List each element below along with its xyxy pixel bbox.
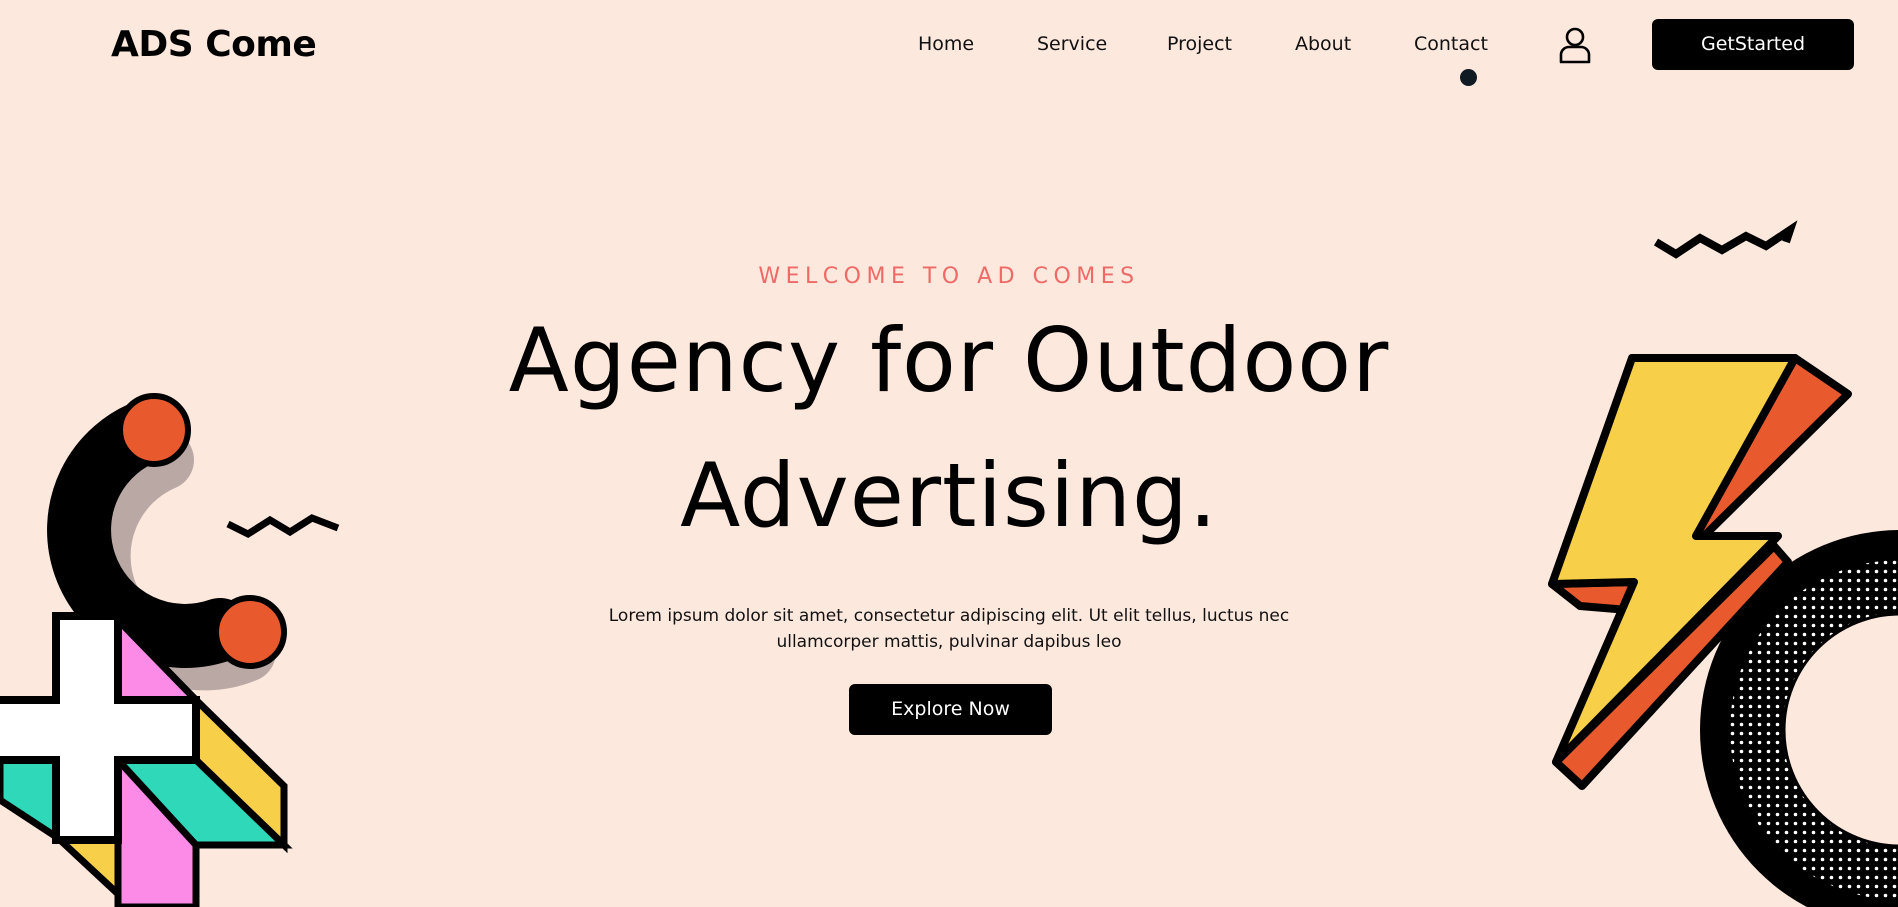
get-started-button[interactable]: GetStarted [1652,19,1854,70]
hero-headline-line1: Agency for Outdoor [508,309,1390,412]
nav-contact-link[interactable]: Contact [1414,30,1488,58]
zigzag-right-decoration [1653,220,1798,259]
user-icon-graphic [1559,27,1591,64]
hero-headline-line2: Advertising. [680,444,1218,547]
site-logo[interactable]: ADS Come [111,20,317,70]
nav-project-link[interactable]: Project [1167,30,1232,58]
nav-active-indicator [1460,69,1477,86]
nav-home-link[interactable]: Home [918,30,974,58]
hero-description-line1: Lorem ipsum dolor sit amet, consectetur … [608,606,1290,626]
nav-about-link[interactable]: About [1295,30,1351,58]
nav-service-link[interactable]: Service [1037,30,1107,58]
user-icon[interactable] [1558,27,1592,65]
landing-page: ADS Come Home Service Project About Cont… [0,0,1898,907]
hero-description-line2: ullamcorper mattis, pulvinar dapibus leo [776,632,1122,652]
hero-eyebrow: WELCOME TO AD COMES [758,264,1140,289]
explore-now-button[interactable]: Explore Now [849,684,1052,735]
